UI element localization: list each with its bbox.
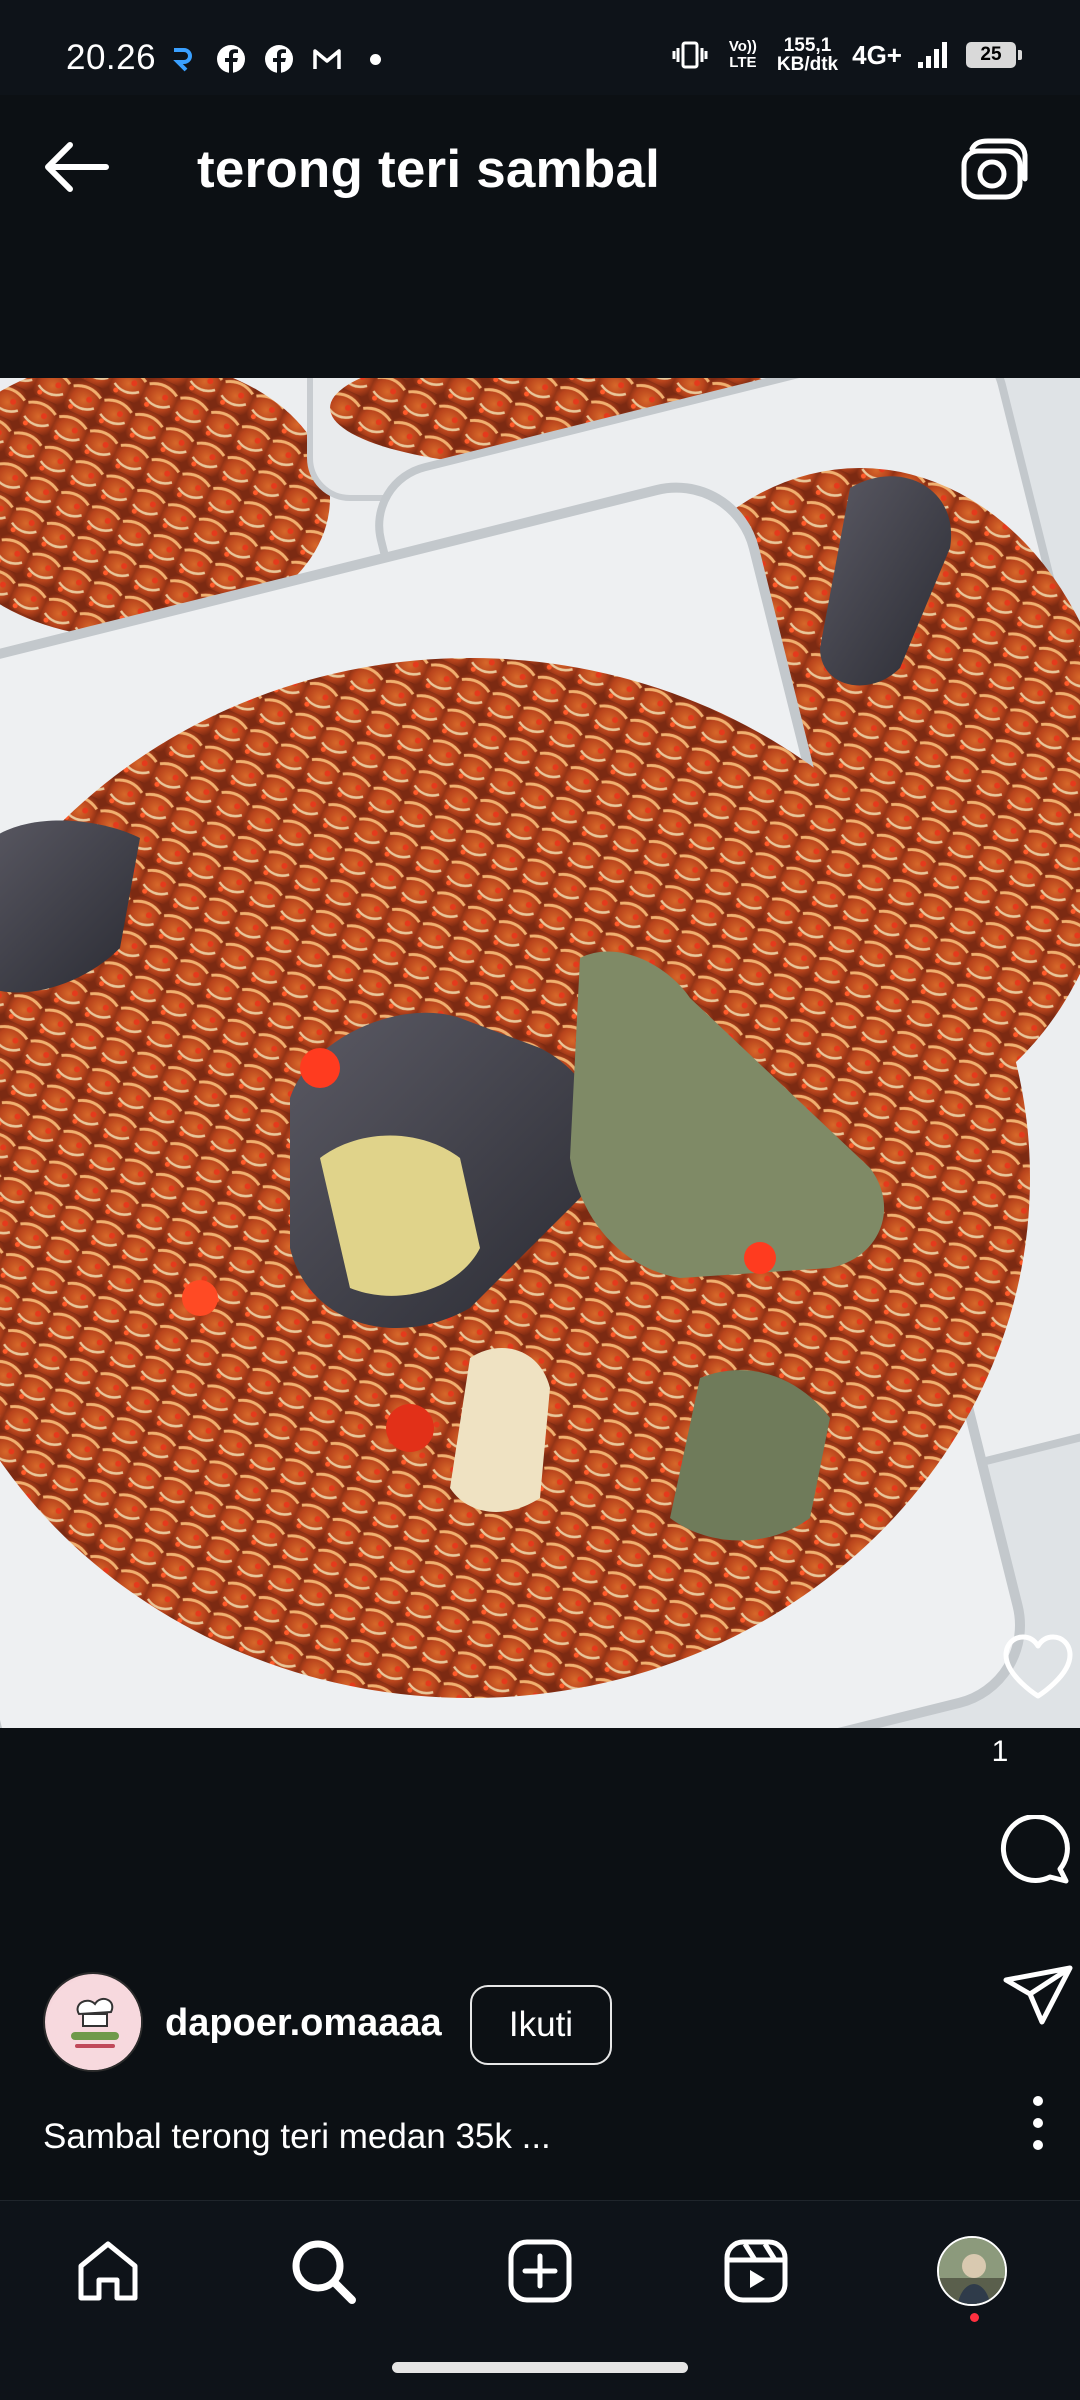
gmail-icon (313, 49, 341, 69)
back-arrow-icon (45, 142, 109, 192)
nav-profile[interactable] (934, 2233, 1010, 2309)
nav-reels[interactable] (718, 2233, 794, 2309)
facebook-icon (217, 45, 245, 73)
post-image[interactable] (0, 378, 1080, 1728)
network-type: 4G+ (852, 39, 902, 70)
search-icon (292, 2240, 356, 2304)
like-button[interactable] (1000, 1630, 1076, 1706)
author-logo-icon (47, 1976, 141, 2070)
share-button[interactable] (1000, 1960, 1076, 2036)
nav-home[interactable] (70, 2233, 146, 2309)
home-icon (78, 2241, 138, 2301)
like-count: 1 (991, 1735, 1009, 1768)
heart-icon (1003, 1634, 1073, 1699)
status-notification-icons (168, 44, 381, 74)
food-photo (0, 378, 1080, 1728)
status-system-icons: Vo)) LTE 155,1 KB/dtk 4G+ 25 (671, 36, 1022, 74)
reels-icon (724, 2239, 788, 2303)
back-button[interactable] (38, 137, 114, 197)
create-icon (508, 2239, 572, 2303)
profile-photo-icon (939, 2238, 1005, 2304)
network-speed: 155,1 KB/dtk (777, 36, 838, 74)
battery-indicator: 25 (966, 42, 1022, 68)
signal-icon (918, 42, 947, 68)
facebook-icon (265, 45, 293, 73)
more-notifications-dot (370, 53, 381, 65)
more-options-button[interactable] (1000, 2085, 1076, 2161)
page-title: terong teri sambal (197, 140, 661, 199)
nav-create[interactable] (502, 2233, 578, 2309)
camera-button[interactable] (960, 137, 1030, 203)
comment-icon (1000, 1814, 1070, 1884)
status-bar: 20.26 Vo)) LTE 155,1 KB/dtk 4G+ 25 (0, 0, 1080, 95)
post-caption[interactable]: Sambal terong teri medan 35k ... (43, 2117, 551, 2157)
vibrate-icon (672, 41, 708, 69)
top-app-bar: terong teri sambal (0, 95, 1080, 245)
home-indicator[interactable] (392, 2362, 688, 2373)
comment-button[interactable] (1000, 1814, 1076, 1891)
camera-icon (961, 138, 1028, 200)
follow-button[interactable]: Ikuti (470, 1985, 612, 2065)
profile-notification-dot (970, 2313, 979, 2322)
status-time: 20.26 (66, 38, 157, 77)
profile-avatar (937, 2236, 1007, 2306)
author-username[interactable]: dapoer.omaaaa (165, 2002, 442, 2045)
send-icon (1003, 1965, 1073, 2025)
network-speed-unit: KB/dtk (776, 54, 839, 75)
volte-label: Vo)) LTE (728, 38, 757, 71)
nav-search[interactable] (285, 2233, 361, 2309)
more-vertical-icon (1033, 2096, 1043, 2150)
screen-record-icon (173, 48, 192, 72)
network-speed-value: 155,1 (783, 35, 832, 56)
author-avatar[interactable] (43, 1972, 143, 2072)
